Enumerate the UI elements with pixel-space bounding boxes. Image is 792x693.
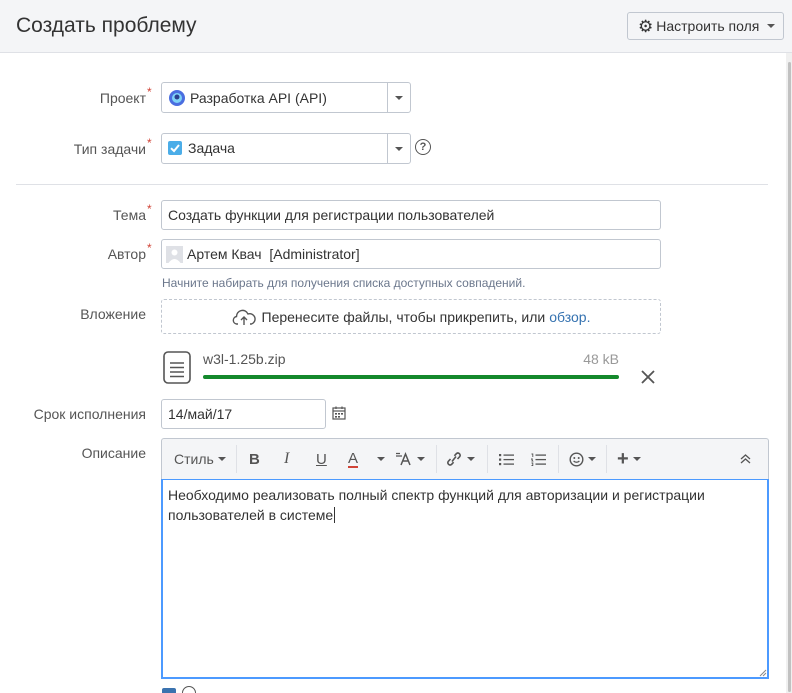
configure-fields-label: Настроить поля — [656, 18, 760, 34]
description-text: Необходимо реализовать полный спектр фун… — [168, 487, 705, 523]
chevron-down-icon — [377, 457, 385, 461]
gear-icon: ⚙ — [638, 16, 654, 36]
toolbar-separator — [487, 445, 488, 473]
calendar-icon[interactable] — [332, 406, 346, 420]
collapse-toolbar-button[interactable] — [740, 448, 751, 470]
text-cursor — [334, 507, 336, 523]
editor-toolbar: Стиль B I U A + — [161, 438, 769, 479]
upload-progress-fill — [203, 375, 619, 379]
task-checkbox-icon — [168, 141, 182, 155]
issue-type-label: Тип задачи — [73, 141, 146, 157]
emoticon-icon — [569, 451, 584, 467]
italic-icon: I — [284, 450, 290, 467]
reporter-value: Артем Квач [Administrator] — [187, 246, 360, 262]
chevron-down-icon — [217, 457, 226, 461]
toolbar-separator — [436, 445, 437, 473]
browse-link[interactable]: обзор. — [549, 309, 590, 325]
form-divider — [16, 184, 768, 185]
text-color-icon: A — [348, 449, 359, 468]
reporter-label: Автор — [107, 246, 146, 262]
italic-button[interactable]: I — [284, 448, 289, 470]
chevron-down-icon — [467, 457, 475, 461]
bullet-list-icon — [499, 453, 514, 465]
more-formatting-icon — [396, 452, 411, 466]
due-date-label: Срок исполнения — [33, 406, 146, 422]
reporter-hint: Начните набирать для получения списка до… — [162, 276, 526, 290]
insert-more-button[interactable]: + — [617, 448, 641, 470]
chevron-down-icon — [417, 457, 425, 461]
issue-type-dropdown-toggle[interactable] — [387, 134, 410, 163]
summary-input[interactable]: Создать функции для регистрации пользова… — [161, 200, 661, 230]
attachment-file-name: w3l-1.25b.zip — [203, 351, 286, 367]
project-label: Проект — [99, 90, 146, 106]
bold-icon: B — [249, 450, 260, 468]
description-label: Описание — [81, 445, 146, 461]
required-marker: * — [147, 241, 152, 255]
required-marker: * — [147, 136, 152, 150]
project-select[interactable]: Разработка API (API) — [161, 82, 411, 113]
resize-handle-icon[interactable] — [759, 669, 767, 677]
emoticon-button[interactable] — [569, 448, 596, 470]
toolbar-separator — [236, 445, 237, 473]
close-icon[interactable] — [641, 370, 655, 384]
underline-icon: U — [316, 450, 327, 468]
project-avatar-icon — [169, 90, 185, 106]
attachment-file-size: 48 kB — [583, 351, 619, 367]
chevron-down-icon — [588, 457, 596, 461]
summary-label: Тема — [113, 207, 146, 223]
project-value: Разработка API (API) — [190, 90, 327, 106]
dialog-title: Создать проблему — [16, 14, 197, 37]
required-marker: * — [147, 85, 152, 99]
toolbar-separator — [558, 445, 559, 473]
cloud-upload-icon — [232, 309, 256, 325]
issue-type-value: Задача — [188, 140, 235, 156]
configure-fields-button[interactable]: ⚙ Настроить поля — [627, 12, 784, 40]
help-icon[interactable]: ? — [415, 139, 431, 155]
due-date-input[interactable]: 14/май/17 — [161, 399, 326, 429]
text-color-button[interactable]: A — [348, 448, 359, 470]
toolbar-separator — [606, 445, 607, 473]
text-style-dropdown[interactable]: Стиль — [174, 448, 226, 470]
user-avatar-icon — [166, 245, 183, 263]
plus-icon: + — [617, 447, 629, 470]
chevron-down-icon — [395, 95, 403, 100]
scrollbar-thumb[interactable] — [788, 62, 791, 692]
text-style-label: Стиль — [174, 451, 214, 467]
bullet-list-button[interactable] — [499, 448, 514, 470]
attachment-label: Вложение — [80, 306, 146, 322]
link-icon — [447, 452, 461, 466]
project-dropdown-toggle[interactable] — [387, 83, 410, 112]
issue-type-select[interactable]: Задача — [161, 133, 411, 164]
description-editor[interactable]: Необходимо реализовать полный спектр фун… — [161, 479, 769, 679]
underline-button[interactable]: U — [316, 448, 327, 470]
bold-button[interactable]: B — [249, 448, 260, 470]
attachment-drop-zone[interactable]: Перенесите файлы, чтобы прикрепить, или … — [161, 299, 661, 334]
chevron-down-icon — [395, 146, 403, 151]
double-chevron-up-icon — [740, 454, 751, 464]
link-button[interactable] — [445, 448, 475, 470]
chevron-down-icon — [632, 457, 641, 461]
reporter-input[interactable]: Артем Квач [Administrator] — [161, 239, 661, 269]
chevron-down-icon — [767, 24, 776, 28]
required-marker: * — [147, 202, 152, 216]
upload-progress-track — [203, 375, 619, 379]
help-icon[interactable] — [182, 686, 196, 693]
file-icon — [163, 351, 191, 384]
numbered-list-button[interactable] — [531, 448, 546, 470]
more-formatting-button[interactable] — [395, 448, 425, 470]
text-color-dropdown[interactable] — [373, 448, 385, 470]
numbered-list-icon — [531, 453, 546, 466]
visual-mode-toggle[interactable] — [162, 688, 176, 693]
drop-text: Перенесите файлы, чтобы прикрепить, или — [261, 308, 546, 325]
dialog-header: Создать проблему ⚙ Настроить поля — [0, 0, 792, 53]
